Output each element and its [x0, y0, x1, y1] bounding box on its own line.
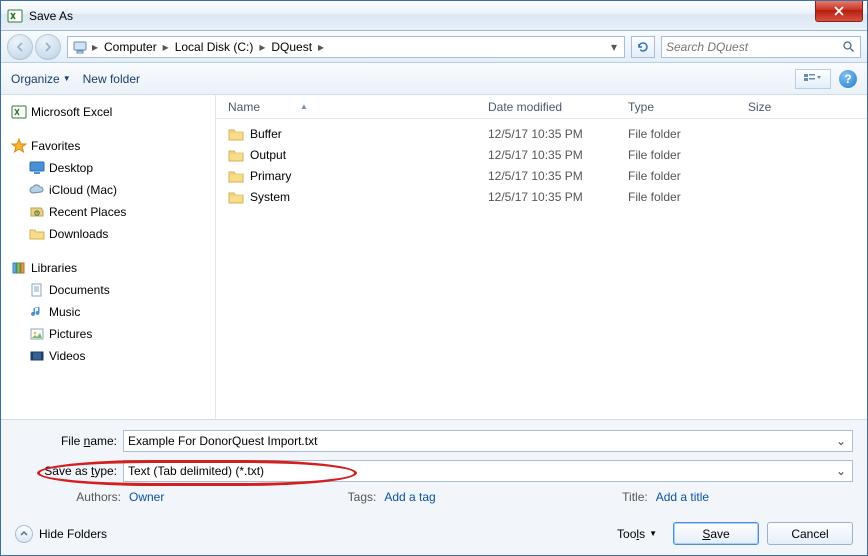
star-icon	[11, 138, 27, 154]
column-headers: Name▲ Date modified Type Size	[216, 95, 867, 119]
title-label: Title:	[592, 490, 648, 504]
folder-icon	[228, 127, 244, 141]
sidebar-item-pictures[interactable]: Pictures	[7, 323, 215, 345]
navbar: ▸ Computer ▸ Local Disk (C:) ▸ DQuest ▸ …	[1, 31, 867, 63]
column-date[interactable]: Date modified	[488, 100, 628, 114]
excel-icon	[7, 8, 23, 24]
search-input[interactable]	[666, 40, 842, 54]
close-button[interactable]	[815, 1, 863, 22]
new-folder-button[interactable]: New folder	[83, 72, 140, 86]
authors-label: Authors:	[65, 490, 121, 504]
computer-icon	[72, 39, 88, 55]
folder-icon	[29, 226, 45, 242]
folder-icon	[228, 148, 244, 162]
chevron-right-icon[interactable]: ▸	[90, 40, 100, 54]
savetype-value[interactable]	[128, 464, 834, 478]
nav-forward-button[interactable]	[35, 34, 61, 60]
column-type[interactable]: Type	[628, 100, 748, 114]
filename-label: File name:	[15, 434, 123, 448]
libraries-icon	[11, 260, 27, 276]
sidebar-item-desktop[interactable]: Desktop	[7, 157, 215, 179]
chevron-right-icon[interactable]: ▸	[161, 40, 171, 54]
sidebar[interactable]: Microsoft Excel Favorites Desktop iCloud…	[1, 95, 216, 419]
savetype-dropdown[interactable]: ⌄	[834, 464, 848, 478]
hide-folders-button[interactable]: Hide Folders	[15, 525, 107, 543]
chevron-right-icon[interactable]: ▸	[257, 40, 267, 54]
folder-icon	[228, 190, 244, 204]
tags-label: Tags:	[320, 490, 376, 504]
breadcrumb[interactable]: ▸ Computer ▸ Local Disk (C:) ▸ DQuest ▸ …	[67, 36, 625, 58]
savetype-select[interactable]: ⌄	[123, 460, 853, 482]
help-button[interactable]: ?	[839, 70, 857, 88]
table-row[interactable]: Primary12/5/17 10:35 PMFile folder	[228, 165, 867, 186]
toolbar: Organize▼ New folder ?	[1, 63, 867, 95]
sidebar-item-icloud[interactable]: iCloud (Mac)	[7, 179, 215, 201]
sidebar-item-excel[interactable]: Microsoft Excel	[7, 101, 215, 123]
breadcrumb-seg-2[interactable]: DQuest	[267, 40, 316, 54]
save-as-dialog: Save As ▸ Computer ▸ Local Disk (C:) ▸ D…	[0, 0, 868, 556]
filename-dropdown[interactable]: ⌄	[834, 434, 848, 448]
filename-input-wrap[interactable]: ⌄	[123, 430, 853, 452]
search-icon[interactable]	[842, 40, 856, 53]
sidebar-item-downloads[interactable]: Downloads	[7, 223, 215, 245]
videos-icon	[29, 348, 45, 364]
desktop-icon	[29, 160, 45, 176]
table-row[interactable]: System12/5/17 10:35 PMFile folder	[228, 186, 867, 207]
view-options-button[interactable]	[795, 69, 831, 89]
sidebar-item-recent[interactable]: Recent Places	[7, 201, 215, 223]
breadcrumb-seg-0[interactable]: Computer	[100, 40, 161, 54]
sidebar-item-documents[interactable]: Documents	[7, 279, 215, 301]
tags-value[interactable]: Add a tag	[384, 490, 435, 504]
bottom-panel: File name: ⌄ Save as type: ⌄ Authors: Ow…	[1, 419, 867, 514]
breadcrumb-seg-1[interactable]: Local Disk (C:)	[171, 40, 258, 54]
chevron-up-icon	[15, 525, 33, 543]
refresh-button[interactable]	[631, 36, 655, 58]
save-button[interactable]: Save	[673, 522, 759, 545]
column-size[interactable]: Size	[748, 100, 808, 114]
search-box[interactable]	[661, 36, 861, 58]
title-value[interactable]: Add a title	[656, 490, 709, 504]
excel-icon	[11, 104, 27, 120]
titlebar: Save As	[1, 1, 867, 31]
cloud-icon	[29, 182, 45, 198]
recent-icon	[29, 204, 45, 220]
column-name[interactable]: Name▲	[228, 100, 488, 114]
filename-row: File name: ⌄	[15, 430, 853, 452]
filename-input[interactable]	[128, 434, 834, 448]
music-icon	[29, 304, 45, 320]
nav-back-button[interactable]	[7, 34, 33, 60]
cancel-button[interactable]: Cancel	[767, 522, 853, 545]
savetype-row: Save as type: ⌄	[15, 460, 853, 482]
sidebar-item-libraries[interactable]: Libraries	[7, 257, 215, 279]
organize-button[interactable]: Organize▼	[11, 72, 71, 86]
file-rows: Buffer12/5/17 10:35 PMFile folderOutput1…	[216, 119, 867, 419]
folder-icon	[228, 169, 244, 183]
pictures-icon	[29, 326, 45, 342]
file-list: Name▲ Date modified Type Size Buffer12/5…	[216, 95, 867, 419]
chevron-right-icon[interactable]: ▸	[316, 40, 326, 54]
table-row[interactable]: Buffer12/5/17 10:35 PMFile folder	[228, 123, 867, 144]
body: Microsoft Excel Favorites Desktop iCloud…	[1, 95, 867, 419]
table-row[interactable]: Output12/5/17 10:35 PMFile folder	[228, 144, 867, 165]
sidebar-item-videos[interactable]: Videos	[7, 345, 215, 367]
savetype-label: Save as type:	[15, 464, 123, 478]
documents-icon	[29, 282, 45, 298]
sort-indicator-icon: ▲	[300, 102, 308, 111]
footer: Hide Folders Tools▼ Save Cancel	[1, 514, 867, 555]
authors-value[interactable]: Owner	[129, 490, 164, 504]
metadata-row: Authors: Owner Tags: Add a tag Title: Ad…	[15, 490, 853, 504]
window-title: Save As	[29, 9, 73, 23]
sidebar-item-favorites[interactable]: Favorites	[7, 135, 215, 157]
breadcrumb-dropdown[interactable]: ▾	[606, 40, 622, 54]
sidebar-item-music[interactable]: Music	[7, 301, 215, 323]
tools-button[interactable]: Tools▼	[617, 527, 665, 541]
